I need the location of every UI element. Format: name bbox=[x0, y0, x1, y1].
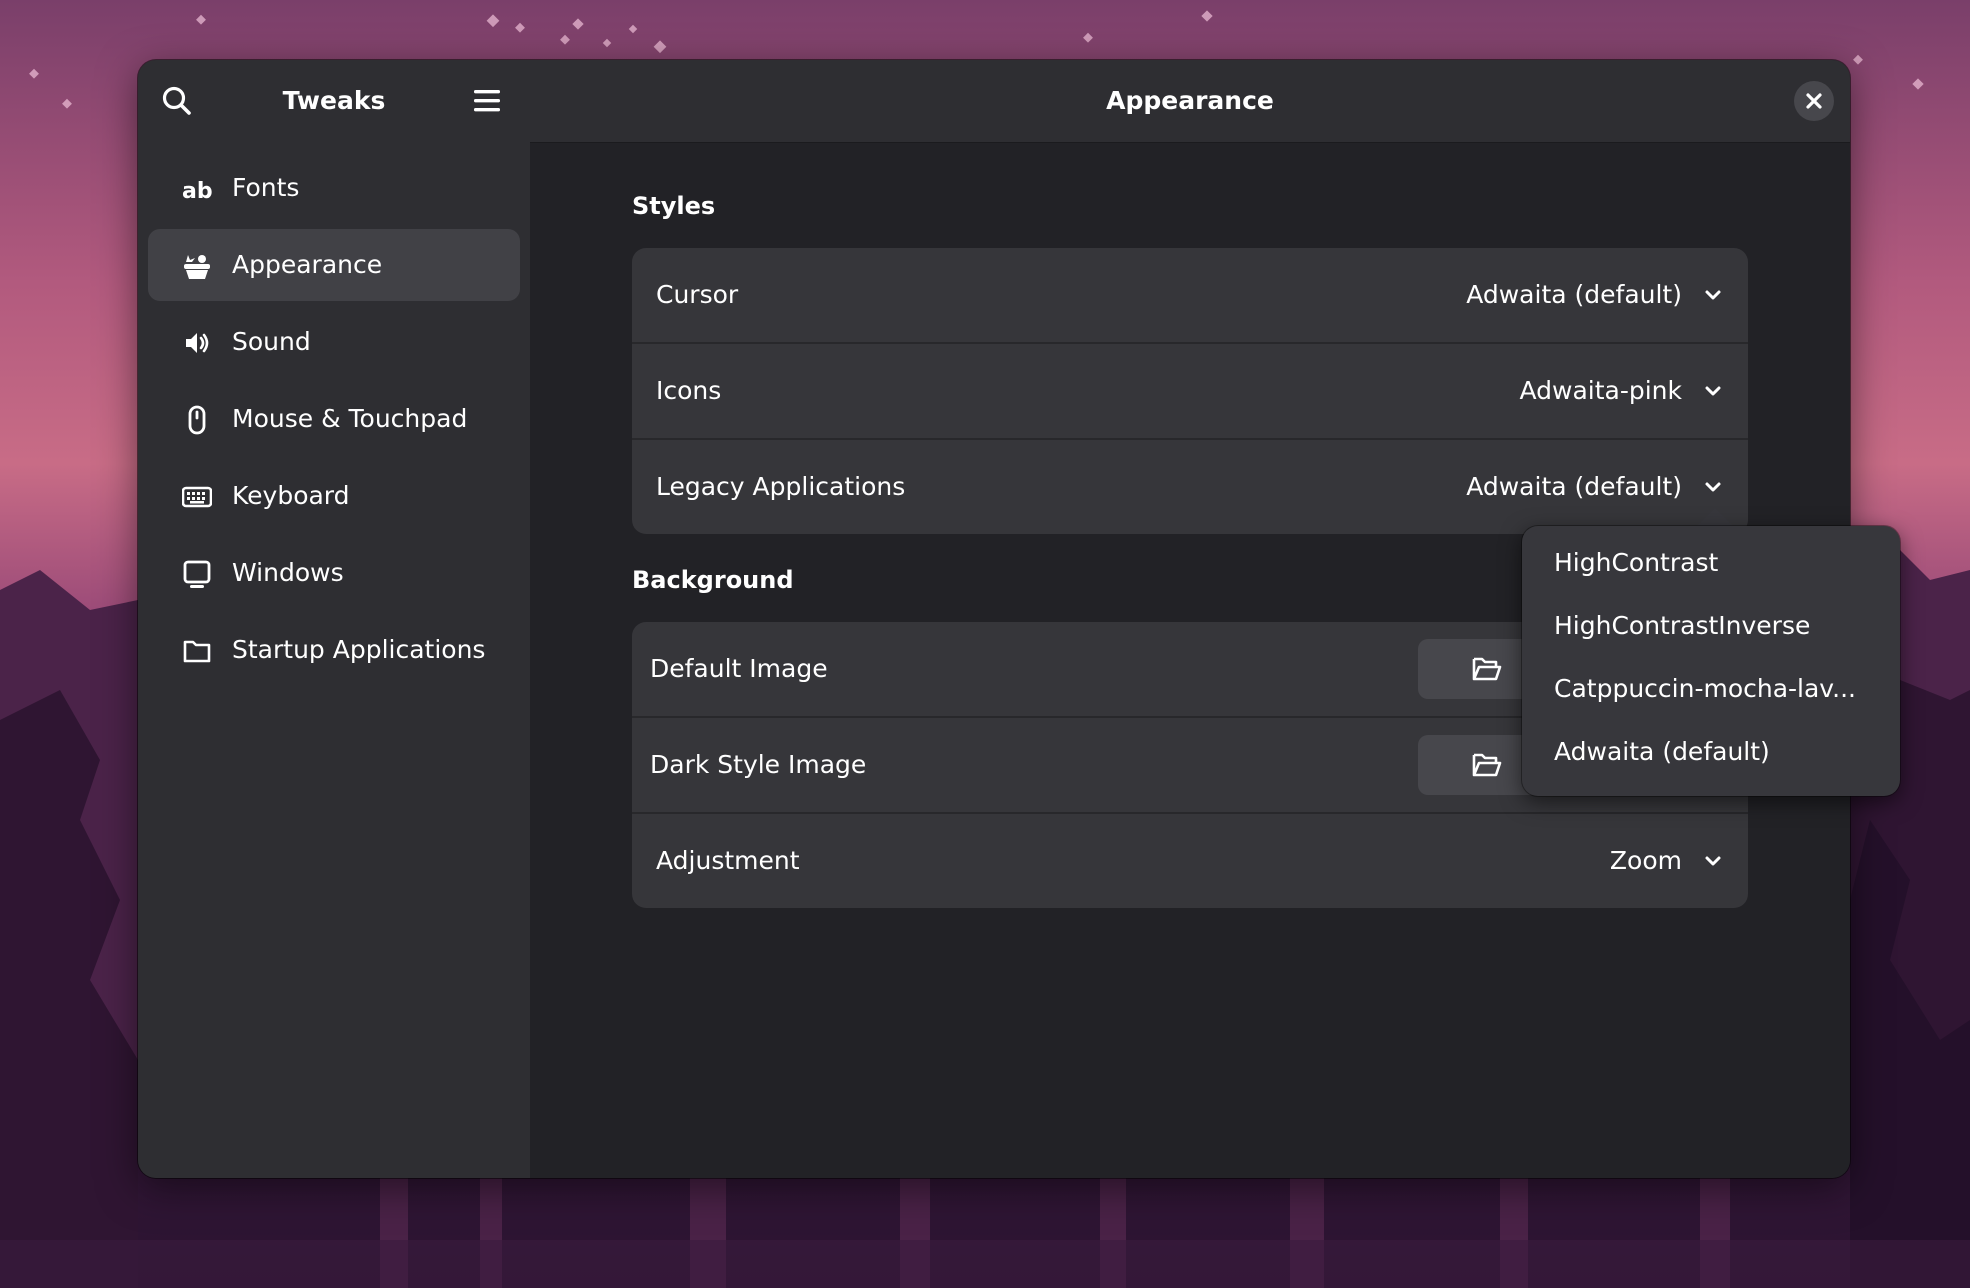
sidebar-item-label: Fonts bbox=[232, 173, 300, 202]
sidebar-item-appearance[interactable]: Appearance bbox=[148, 229, 520, 301]
sidebar-item-label: Appearance bbox=[232, 250, 383, 279]
appearance-icon bbox=[184, 255, 210, 279]
sidebar-item-keyboard[interactable]: Keyboard bbox=[148, 460, 520, 532]
folder-open-icon bbox=[1472, 657, 1502, 681]
sidebar-item-label: Windows bbox=[232, 558, 344, 587]
legacy-applications-row[interactable]: Legacy Applications Adwaita (default) bbox=[632, 440, 1748, 534]
popover-option-highcontrastinverse[interactable]: HighContrastInverse bbox=[1554, 611, 1810, 640]
svg-text:ab: ab bbox=[182, 179, 212, 204]
chevron-down-icon[interactable] bbox=[1702, 380, 1724, 402]
cursor-row[interactable]: Cursor Adwaita (default) bbox=[632, 248, 1748, 344]
sidebar: Tweaks ab Fonts Appearance Sound Mouse &… bbox=[138, 60, 532, 1178]
keyboard-icon bbox=[182, 486, 212, 508]
sidebar-item-mouse-touchpad[interactable]: Mouse & Touchpad bbox=[148, 383, 520, 455]
popover-option-highcontrast[interactable]: HighContrast bbox=[1554, 548, 1718, 577]
folder-open-icon bbox=[1472, 753, 1502, 777]
main-header: Appearance bbox=[530, 60, 1850, 143]
speaker-icon bbox=[186, 333, 209, 353]
row-label: Dark Style Image bbox=[650, 750, 867, 779]
sidebar-item-fonts[interactable]: ab Fonts bbox=[148, 152, 520, 224]
sidebar-item-label: Keyboard bbox=[232, 481, 350, 510]
hamburger-menu-icon[interactable] bbox=[468, 82, 506, 120]
sidebar-item-label: Startup Applications bbox=[232, 635, 486, 664]
window-icon bbox=[183, 560, 211, 588]
chevron-down-icon[interactable] bbox=[1702, 850, 1724, 872]
folder-icon bbox=[183, 640, 211, 663]
row-label: Icons bbox=[656, 376, 722, 405]
legacy-applications-popover: HighContrast HighContrastInverse Catppuc… bbox=[1522, 526, 1900, 796]
row-label: Legacy Applications bbox=[656, 472, 906, 501]
icons-row[interactable]: Icons Adwaita-pink bbox=[632, 344, 1748, 440]
mouse-icon bbox=[188, 405, 206, 435]
font-ab-icon: ab bbox=[182, 179, 212, 204]
sidebar-nav: ab Fonts Appearance Sound Mouse & Touchp… bbox=[148, 152, 520, 691]
chevron-down-icon[interactable] bbox=[1702, 284, 1724, 306]
chevron-down-icon[interactable] bbox=[1702, 476, 1724, 498]
styles-heading: Styles bbox=[632, 192, 716, 220]
page-title: Appearance bbox=[1106, 86, 1274, 115]
sidebar-item-startup-applications[interactable]: Startup Applications bbox=[148, 614, 520, 686]
styles-card: Cursor Adwaita (default) Icons Adwaita-p… bbox=[632, 248, 1748, 534]
legacy-applications-dropdown-value[interactable]: Adwaita (default) bbox=[1466, 440, 1682, 534]
sidebar-item-label: Mouse & Touchpad bbox=[232, 404, 468, 433]
sidebar-item-label: Sound bbox=[232, 327, 311, 356]
adjustment-row[interactable]: Adjustment Zoom bbox=[632, 814, 1748, 908]
popover-option-catppuccin[interactable]: Catppuccin-mocha-lav... bbox=[1554, 674, 1856, 703]
sidebar-header: Tweaks bbox=[138, 60, 530, 142]
row-label: Adjustment bbox=[656, 846, 800, 875]
adjustment-dropdown-value[interactable]: Zoom bbox=[1610, 814, 1682, 908]
sidebar-item-sound[interactable]: Sound bbox=[148, 306, 520, 378]
row-label: Default Image bbox=[650, 654, 828, 683]
close-button[interactable] bbox=[1794, 81, 1834, 121]
popover-arrow bbox=[1697, 508, 1733, 526]
popover-option-adwaita-default[interactable]: Adwaita (default) bbox=[1554, 737, 1770, 766]
sidebar-item-windows[interactable]: Windows bbox=[148, 537, 520, 609]
background-heading: Background bbox=[632, 566, 794, 594]
icons-dropdown-value[interactable]: Adwaita-pink bbox=[1519, 344, 1682, 438]
close-icon bbox=[1806, 93, 1822, 109]
row-label: Cursor bbox=[656, 280, 739, 309]
cursor-dropdown-value[interactable]: Adwaita (default) bbox=[1466, 248, 1682, 342]
